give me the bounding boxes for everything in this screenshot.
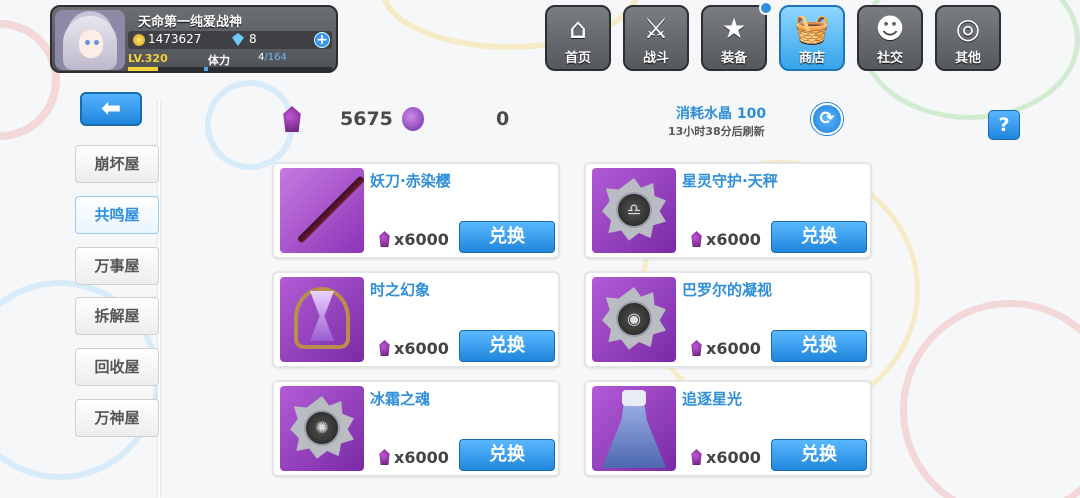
stamina-value: 4/164 bbox=[258, 52, 287, 63]
purple-crystal-icon bbox=[691, 449, 702, 465]
crystal-amount: 8 bbox=[249, 32, 257, 46]
gold-amount: 1473627 bbox=[148, 32, 202, 46]
nav-other-button[interactable]: ◎ 其他 bbox=[935, 5, 1001, 71]
shop-item-card: ✺ 冰霜之魂 x6000 兑换 bbox=[272, 380, 560, 477]
side-item-resonance-house[interactable]: 共鸣屋 bbox=[75, 196, 159, 234]
resource-bar: 1473627 8 + bbox=[128, 31, 332, 49]
refresh-cost: 消耗水晶 100 bbox=[676, 106, 767, 122]
home-icon: ⌂ bbox=[569, 12, 587, 45]
player-level: LV.320 bbox=[128, 52, 168, 65]
purple-crystal-icon bbox=[283, 106, 301, 132]
item-name: 追逐星光 bbox=[682, 390, 743, 408]
shop-item-card: ♎ 星灵守护·天秤 x6000 兑换 bbox=[584, 162, 872, 259]
exchange-button[interactable]: 兑换 bbox=[459, 221, 555, 253]
refresh-icon: ⟳ bbox=[819, 108, 835, 129]
side-item-benghuai-house[interactable]: 崩坏屋 bbox=[75, 145, 159, 183]
crystal-icon bbox=[232, 33, 244, 46]
swords-icon: ⚔ bbox=[643, 12, 669, 45]
item-price: x6000 bbox=[394, 230, 449, 249]
violet-orb-icon bbox=[402, 107, 424, 131]
exchange-button[interactable]: 兑换 bbox=[771, 221, 867, 253]
add-currency-button[interactable]: + bbox=[314, 32, 330, 48]
item-name: 时之幻象 bbox=[370, 281, 431, 299]
purple-crystal-icon bbox=[379, 231, 390, 247]
help-button[interactable]: ? bbox=[988, 110, 1020, 140]
stamina-progress-bar bbox=[204, 67, 332, 71]
item-libra-medal-image: ♎ bbox=[592, 168, 676, 253]
star-icon: ★ bbox=[721, 12, 747, 45]
shop-item-card: 时之幻象 x6000 兑换 bbox=[272, 271, 560, 368]
side-item-pantheon-house[interactable]: 万神屋 bbox=[75, 399, 159, 437]
item-dress-image bbox=[592, 386, 676, 471]
item-price: x6000 bbox=[706, 339, 761, 358]
stamina-label: 体力 bbox=[208, 54, 230, 67]
item-name: 妖刀·赤染樱 bbox=[370, 172, 451, 190]
shop-item-card: 追逐星光 x6000 兑换 bbox=[584, 380, 872, 477]
nav-battle-button[interactable]: ⚔ 战斗 bbox=[623, 5, 689, 71]
item-frost-medal-image: ✺ bbox=[280, 386, 364, 471]
item-price: x6000 bbox=[706, 448, 761, 467]
item-price: x6000 bbox=[706, 230, 761, 249]
purple-crystal-icon bbox=[691, 340, 702, 356]
purple-crystal-icon bbox=[691, 231, 702, 247]
notification-dot bbox=[759, 1, 773, 15]
gold-coin-icon bbox=[133, 34, 145, 46]
refresh-timer: 13小时38分后刷新 bbox=[668, 125, 765, 138]
violet-orb-amount: 0 bbox=[496, 108, 510, 130]
player-avatar[interactable] bbox=[55, 10, 125, 70]
shop-basket-icon: 🧺 bbox=[794, 12, 830, 45]
exchange-button[interactable]: 兑换 bbox=[459, 439, 555, 471]
item-name: 冰霜之魂 bbox=[370, 390, 431, 408]
exchange-button[interactable]: 兑换 bbox=[771, 439, 867, 471]
exchange-button[interactable]: 兑换 bbox=[459, 330, 555, 362]
back-button[interactable]: ⬅ bbox=[80, 92, 142, 126]
item-price: x6000 bbox=[394, 339, 449, 358]
shop-item-card: 妖刀·赤染樱 x6000 兑换 bbox=[272, 162, 560, 259]
purple-crystal-icon bbox=[379, 449, 390, 465]
nav-equipment-button[interactable]: ★ 装备 bbox=[701, 1, 773, 71]
level-progress-bar bbox=[128, 67, 204, 71]
nav-home-button[interactable]: ⌂ 首页 bbox=[545, 5, 611, 71]
nav-social-button[interactable]: ☻ 社交 bbox=[857, 5, 923, 71]
nav-shop-button[interactable]: 🧺 商店 bbox=[779, 5, 845, 71]
item-name: 星灵守护·天秤 bbox=[682, 172, 778, 190]
item-hourglass-image bbox=[280, 277, 364, 362]
purple-crystal-icon bbox=[379, 340, 390, 356]
item-eye-medal-image: ◉ bbox=[592, 277, 676, 362]
social-icon: ☻ bbox=[875, 12, 905, 45]
side-item-recycle-house[interactable]: 回收屋 bbox=[75, 348, 159, 386]
purple-crystal-amount: 5675 bbox=[340, 108, 393, 130]
side-item-general-house[interactable]: 万事屋 bbox=[75, 247, 159, 285]
exchange-button[interactable]: 兑换 bbox=[771, 330, 867, 362]
side-item-dismantle-house[interactable]: 拆解屋 bbox=[75, 297, 159, 335]
refresh-button[interactable]: ⟳ bbox=[811, 103, 843, 135]
item-sword-image bbox=[280, 168, 364, 253]
player-panel[interactable]: 天命第一纯爱战神 1473627 8 + LV.320 体力 4/164 bbox=[50, 5, 338, 73]
item-price: x6000 bbox=[394, 448, 449, 467]
shop-item-card: ◉ 巴罗尔的凝视 x6000 兑换 bbox=[584, 271, 872, 368]
player-name: 天命第一纯爱战神 bbox=[138, 15, 243, 30]
item-name: 巴罗尔的凝视 bbox=[682, 281, 773, 299]
settings-icon: ◎ bbox=[955, 12, 981, 45]
